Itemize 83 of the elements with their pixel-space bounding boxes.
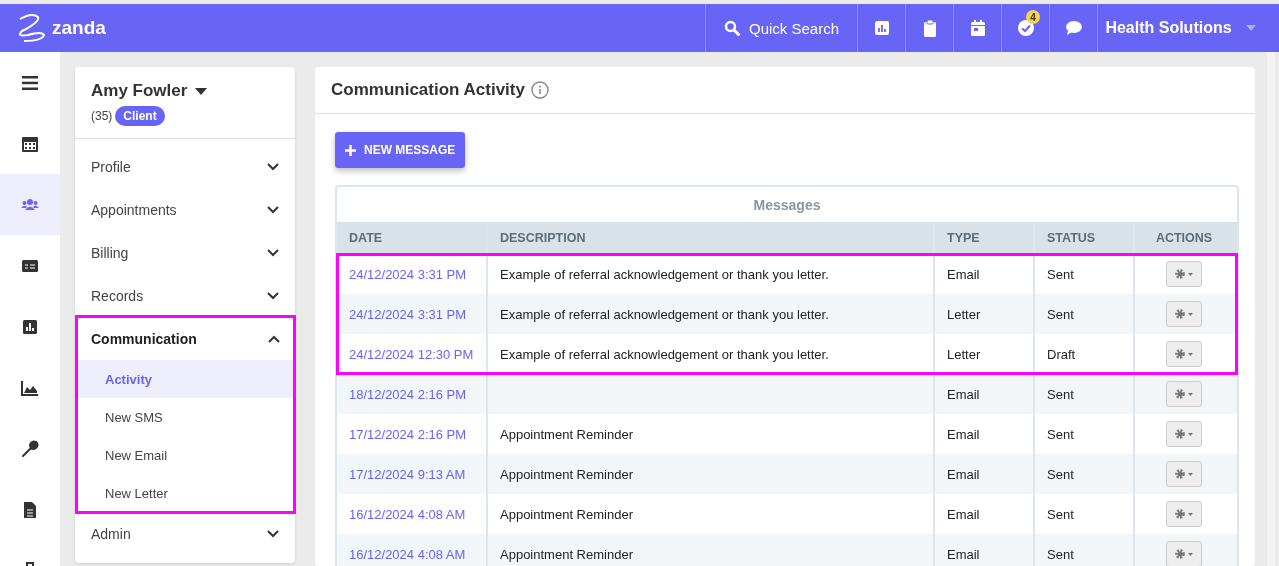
scrollbar[interactable] (1267, 52, 1275, 566)
type-text: Letter (947, 346, 981, 362)
nav-item[interactable]: Activity (77, 360, 294, 398)
actions-button[interactable] (1166, 381, 1202, 407)
nav-item[interactable]: New SMS (77, 398, 294, 436)
date-link[interactable]: 16/12/2024 4:08 AM (349, 506, 466, 522)
new-message-button[interactable]: NEW MESSAGE (335, 132, 466, 168)
description-text: Appointment Reminder (500, 546, 633, 562)
date-link[interactable]: 17/12/2024 2:16 PM (349, 426, 467, 442)
column-header: STATUS (1035, 222, 1135, 254)
nav-item[interactable]: New Email (77, 436, 294, 474)
description-text: Appointment Reminder (500, 506, 633, 522)
status-text: Sent (1047, 466, 1074, 482)
gear-icon (1174, 548, 1194, 560)
type-text: Email (947, 506, 980, 522)
column-header: DATE (337, 222, 488, 254)
caret-icon (1245, 25, 1256, 31)
page-title: Communication Activity (331, 80, 525, 100)
date-link[interactable]: 24/12/2024 12:30 PM (349, 346, 474, 362)
chevron-icon (267, 291, 279, 300)
task-count-badge: 4 (1026, 10, 1040, 24)
chevron-icon (267, 205, 279, 214)
actions-button[interactable] (1166, 301, 1202, 327)
client-count: (35) (91, 109, 113, 123)
status-text: Sent (1047, 426, 1074, 442)
type-text: Email (947, 266, 980, 282)
description-text: Example of referral acknowledgement or thank you letter. (500, 306, 829, 322)
column-header: TYPE (935, 222, 1035, 254)
plus-icon (345, 144, 356, 156)
description-text: Example of referral acknowledgement or thank you letter. (500, 266, 829, 282)
type-text: Email (947, 466, 980, 482)
actions-button[interactable] (1166, 501, 1202, 527)
status-text: Sent (1047, 266, 1074, 282)
actions-button[interactable] (1166, 421, 1202, 447)
nav-section[interactable]: Communication (77, 317, 294, 360)
nav-section[interactable]: Records (77, 274, 293, 317)
date-link[interactable]: 16/12/2024 4:08 AM (349, 546, 466, 562)
actions-button[interactable] (1166, 261, 1202, 287)
actions-button[interactable] (1166, 341, 1202, 367)
chevron-icon (267, 162, 279, 171)
status-text: Sent (1047, 546, 1074, 562)
description-text: Example of referral acknowledgement or thank you letter. (500, 346, 829, 362)
gear-icon (1174, 348, 1194, 360)
nav-item[interactable]: New Letter (77, 474, 294, 512)
info-icon[interactable] (530, 81, 549, 99)
actions-button[interactable] (1166, 541, 1202, 566)
description-text: Appointment Reminder (500, 466, 633, 482)
date-link[interactable]: 24/12/2024 3:31 PM (349, 306, 467, 322)
gear-icon (1174, 308, 1194, 320)
gear-icon (1174, 268, 1194, 280)
nav-section[interactable]: Profile (77, 145, 293, 188)
client-name[interactable]: Amy Fowler (91, 81, 188, 101)
type-text: Email (947, 426, 980, 442)
column-header: ACTIONS (1154, 230, 1214, 247)
nav-section[interactable]: Billing (77, 231, 293, 274)
chevron-icon (267, 248, 279, 257)
date-link[interactable]: 24/12/2024 3:31 PM (349, 266, 467, 282)
status-text: Sent (1047, 386, 1074, 402)
gear-icon (1174, 388, 1194, 400)
type-text: Letter (947, 306, 981, 322)
chevron-icon (267, 529, 279, 538)
status-text: Sent (1047, 506, 1074, 522)
status-text: Sent (1047, 306, 1074, 322)
search-icon (723, 20, 740, 36)
client-badge: Client (115, 106, 165, 126)
nav-section[interactable]: Appointments (77, 188, 293, 231)
caret-icon[interactable] (195, 87, 208, 95)
logo-text: zanda (52, 17, 106, 39)
column-header: DESCRIPTION (488, 222, 935, 254)
type-text: Email (947, 546, 980, 562)
date-link[interactable]: 17/12/2024 9:13 AM (349, 466, 466, 482)
table-caption: Messages (752, 195, 822, 215)
gear-icon (1174, 468, 1194, 480)
description-text: Appointment Reminder (500, 426, 633, 442)
chevron-icon (268, 334, 280, 343)
nav-section[interactable]: Admin (77, 512, 293, 555)
check-icon (1016, 19, 1035, 37)
type-text: Email (947, 386, 980, 402)
gear-icon (1174, 508, 1194, 520)
gear-icon (1174, 428, 1194, 440)
status-text: Draft (1047, 346, 1076, 362)
date-link[interactable]: 18/12/2024 2:16 PM (349, 386, 467, 402)
actions-button[interactable] (1166, 461, 1202, 487)
